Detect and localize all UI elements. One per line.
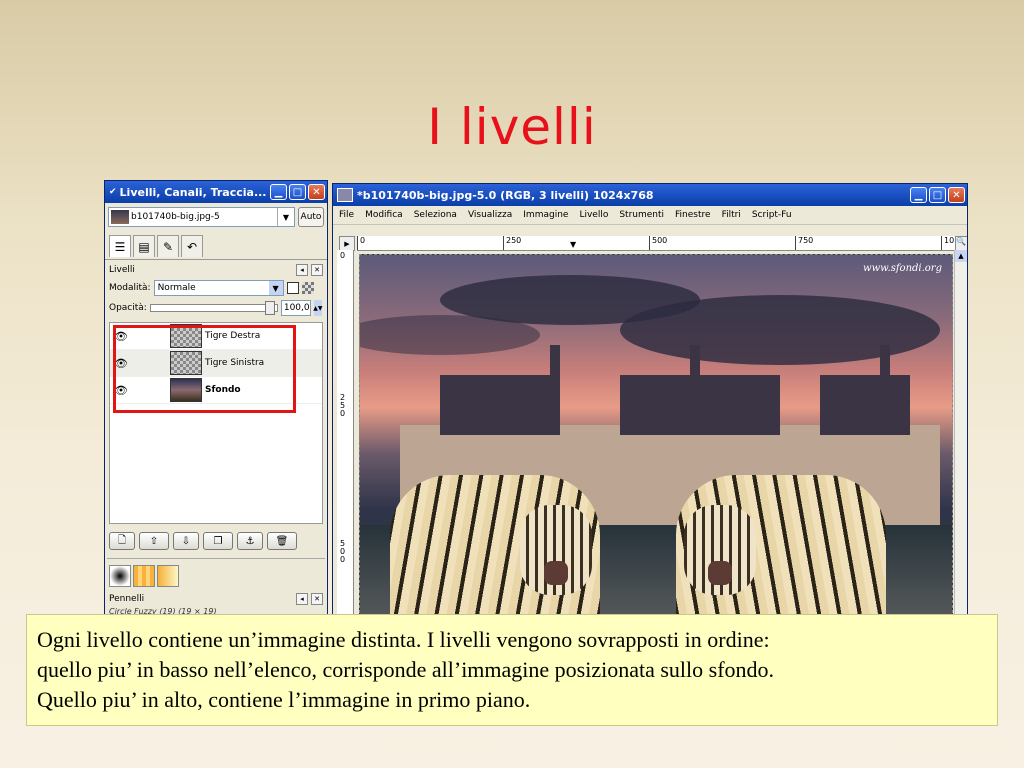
minimize-button[interactable]: ▁ bbox=[270, 184, 287, 200]
layers-dock-window: ✔ Livelli, Canali, Traccia... ▁ □ ✕ b101… bbox=[104, 180, 328, 616]
layer-list: 👁 Tigre Destra 👁 Tigre Sinistra 👁 Sfondo bbox=[109, 322, 323, 524]
ruler-top[interactable]: 0 250 500 750 10 ▼ bbox=[357, 236, 955, 251]
castle-tower bbox=[690, 345, 700, 425]
gradient-tab-icon[interactable] bbox=[157, 565, 179, 587]
panel-menu-icon[interactable]: ◂ bbox=[296, 593, 308, 605]
menu-item-filtri[interactable]: Filtri bbox=[722, 210, 741, 220]
ruler-label: 10 bbox=[941, 236, 954, 250]
tab-layers-icon[interactable]: ☰ bbox=[109, 235, 131, 257]
cloud-shape bbox=[620, 295, 940, 365]
menu-item-visualizza[interactable]: Visualizza bbox=[468, 210, 512, 220]
close-button[interactable]: ✕ bbox=[308, 184, 325, 200]
ruler-label: 500 bbox=[649, 236, 667, 250]
panel-close-icon[interactable]: ✕ bbox=[311, 593, 323, 605]
highlight-box bbox=[113, 325, 296, 413]
image-thumb-icon bbox=[111, 210, 129, 224]
tiger-left bbox=[390, 475, 600, 616]
opacity-slider-knob[interactable] bbox=[264, 301, 275, 315]
image-titlebar[interactable]: *b101740b-big.jpg-5.0 (RGB, 3 livelli) 1… bbox=[333, 184, 967, 206]
tiger-face bbox=[684, 505, 756, 595]
raise-layer-button[interactable]: ⇧ bbox=[139, 532, 169, 550]
image-select-value: b101740b-big.jpg-5 bbox=[131, 212, 220, 222]
chevron-down-icon: ▼ bbox=[268, 281, 283, 295]
new-layer-button[interactable]: 🗋 bbox=[109, 532, 135, 550]
tiger-nose bbox=[544, 561, 568, 585]
delete-layer-button[interactable]: 🗑 bbox=[267, 532, 297, 550]
castle-roof bbox=[820, 375, 910, 435]
caption-box: Ogni livello contiene un’immagine distin… bbox=[26, 614, 998, 726]
ruler-label: 750 bbox=[795, 236, 813, 250]
mode-label: Modalità: bbox=[109, 283, 151, 293]
brushes-panel-title: Pennelli bbox=[109, 594, 145, 604]
caption-line: Quello piu’ in alto, contiene l’immagine… bbox=[37, 687, 531, 712]
panel-close-icon[interactable]: ✕ bbox=[311, 264, 323, 276]
chevron-down-icon[interactable]: ▼ bbox=[277, 208, 294, 226]
menu-item-immagine[interactable]: Immagine bbox=[523, 210, 568, 220]
tab-channels-icon[interactable]: ▤ bbox=[133, 235, 155, 257]
minimize-button[interactable]: ▁ bbox=[910, 187, 927, 203]
menu-item-modifica[interactable]: Modifica bbox=[365, 210, 403, 220]
dock-titlebar[interactable]: ✔ Livelli, Canali, Traccia... ▁ □ ✕ bbox=[105, 181, 327, 203]
menu-item-strumenti[interactable]: Strumenti bbox=[619, 210, 664, 220]
image-window: *b101740b-big.jpg-5.0 (RGB, 3 livelli) 1… bbox=[332, 183, 968, 617]
duplicate-layer-button[interactable]: ❐ bbox=[203, 532, 233, 550]
cloud-shape bbox=[360, 315, 540, 355]
opacity-slider[interactable] bbox=[149, 301, 278, 315]
lower-layer-button[interactable]: ⇩ bbox=[173, 532, 199, 550]
image-window-title: *b101740b-big.jpg-5.0 (RGB, 3 livelli) 1… bbox=[357, 188, 654, 202]
opacity-spinner[interactable]: ▲▼ bbox=[313, 300, 322, 316]
brush-tab-icon[interactable] bbox=[109, 565, 131, 587]
vertical-scrollbar[interactable]: ▲ bbox=[954, 250, 967, 616]
layers-panel-title: Livelli bbox=[109, 265, 135, 275]
castle-tower bbox=[550, 345, 560, 425]
caption-line: Ogni livello contiene un’immagine distin… bbox=[37, 627, 770, 652]
castle-tower bbox=[880, 345, 890, 425]
panel-menu-icon[interactable]: ◂ bbox=[296, 264, 308, 276]
menu-item-file[interactable]: File bbox=[339, 210, 354, 220]
opacity-label: Opacità: bbox=[109, 303, 147, 313]
tiger-nose bbox=[708, 561, 732, 585]
castle-roof bbox=[620, 375, 780, 435]
opacity-input[interactable]: 100,0 bbox=[280, 300, 311, 316]
tiger-face bbox=[520, 505, 592, 595]
dock-title: Livelli, Canali, Traccia... bbox=[119, 185, 267, 199]
slide-title: I livelli bbox=[427, 98, 597, 156]
image-canvas[interactable]: www.sfondi.org bbox=[359, 254, 953, 616]
tiger-right bbox=[676, 475, 886, 616]
caption-line: quello piu’ in basso nell’elenco, corris… bbox=[37, 657, 775, 682]
watermark-text: www.sfondi.org bbox=[863, 263, 942, 274]
menu-item-livello[interactable]: Livello bbox=[579, 210, 608, 220]
menu-item-finestre[interactable]: Finestre bbox=[675, 210, 711, 220]
tab-undo-icon[interactable]: ↶ bbox=[181, 235, 203, 257]
maximize-button[interactable]: □ bbox=[929, 187, 946, 203]
image-select-dropdown[interactable]: b101740b-big.jpg-5 ▼ bbox=[108, 207, 295, 227]
mode-value: Normale bbox=[157, 283, 196, 293]
menu-bar: File Modifica Seleziona Visualizza Immag… bbox=[333, 206, 967, 225]
close-button[interactable]: ✕ bbox=[948, 187, 965, 203]
gimp-icon: ✔ bbox=[109, 187, 117, 197]
maximize-button[interactable]: □ bbox=[289, 184, 306, 200]
ruler-label: 0 bbox=[340, 251, 346, 260]
tab-paths-icon[interactable]: ✎ bbox=[157, 235, 179, 257]
mode-select[interactable]: Normale ▼ bbox=[153, 280, 284, 296]
ruler-left[interactable]: 0 250 500 bbox=[337, 250, 354, 616]
ruler-label: 0 bbox=[357, 236, 365, 250]
ruler-label: 250 bbox=[503, 236, 521, 250]
keep-transparency-checkbox[interactable] bbox=[286, 282, 299, 294]
castle-roof bbox=[440, 375, 560, 435]
image-window-icon bbox=[337, 188, 353, 202]
transparency-icon bbox=[301, 282, 314, 294]
ruler-label: 500 bbox=[340, 539, 346, 564]
menu-item-script-fu[interactable]: Script-Fu bbox=[752, 210, 792, 220]
ruler-pointer-icon: ▼ bbox=[570, 240, 577, 249]
auto-button[interactable]: Auto bbox=[298, 207, 324, 227]
ruler-label: 250 bbox=[340, 393, 346, 418]
zoom-icon[interactable]: 🔍 bbox=[955, 236, 967, 251]
quick-mask-button[interactable]: ▶ bbox=[339, 236, 355, 251]
pattern-tab-icon[interactable] bbox=[133, 565, 155, 587]
menu-item-seleziona[interactable]: Seleziona bbox=[414, 210, 457, 220]
anchor-layer-button[interactable]: ⚓ bbox=[237, 532, 263, 550]
scroll-up-icon[interactable]: ▲ bbox=[955, 250, 967, 262]
